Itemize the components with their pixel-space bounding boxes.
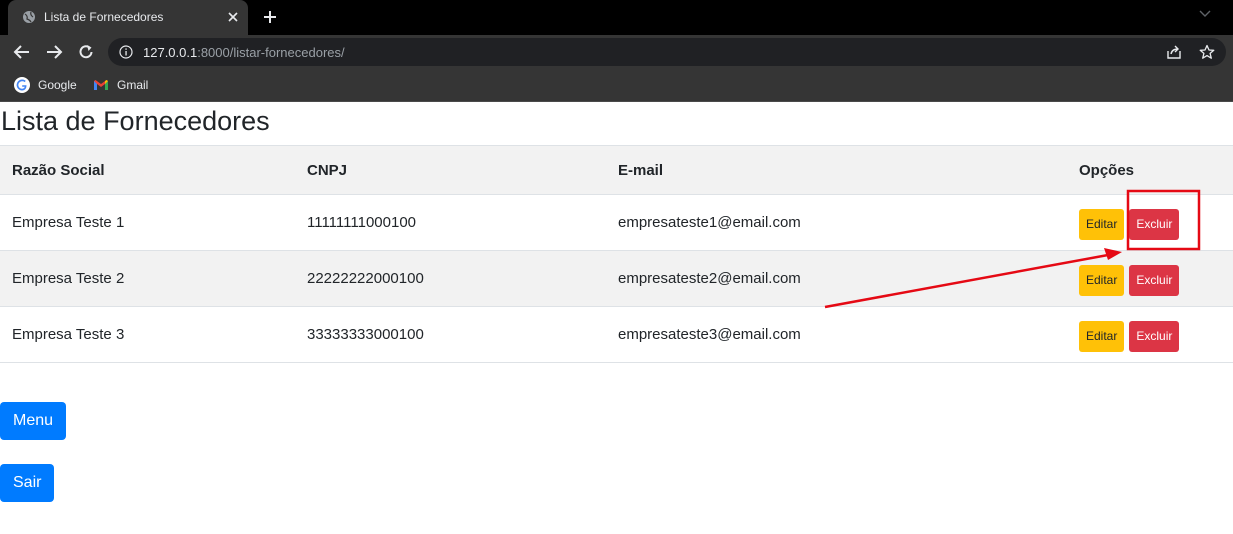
column-header-razao-social: Razão Social [0,145,295,195]
edit-button[interactable]: Editar [1079,209,1125,240]
page-title: Lista de Fornecedores [1,106,270,136]
delete-button[interactable]: Excluir [1129,265,1180,296]
bookmark-google[interactable]: Google [14,76,77,94]
cell-razao-social: Empresa Teste 1 [0,194,295,251]
forward-arrow-icon[interactable] [45,43,63,61]
cell-cnpj: 33333333000100 [295,306,606,363]
info-icon[interactable] [119,45,133,59]
cell-razao-social: Empresa Teste 2 [0,250,295,307]
bookmarks-bar: Google Gmail [0,69,1233,102]
cell-razao-social: Empresa Teste 3 [0,306,295,363]
cell-email: empresateste1@email.com [606,194,1067,251]
table-row: Empresa Teste 2 22222222000100 empresate… [0,250,1233,307]
delete-button[interactable]: Excluir [1129,321,1180,352]
edit-button[interactable]: Editar [1079,265,1125,296]
column-header-email: E-mail [606,145,1067,195]
cell-cnpj: 22222222000100 [295,250,606,307]
cell-options: Editar Excluir [1067,194,1233,251]
globe-icon [23,11,35,23]
share-icon[interactable] [1166,45,1182,59]
browser-tab-strip: Lista de Fornecedores [0,0,1233,35]
bookmark-label: Google [38,78,77,92]
table-row: Empresa Teste 3 33333333000100 empresate… [0,306,1233,363]
tab-title: Lista de Fornecedores [44,10,164,24]
star-icon[interactable] [1199,44,1215,60]
edit-button[interactable]: Editar [1079,321,1125,352]
back-arrow-icon[interactable] [13,43,31,61]
url-text[interactable]: 127.0.0.1:8000/listar-fornecedores/ [143,45,345,60]
cell-options: Editar Excluir [1067,306,1233,363]
delete-button[interactable]: Excluir [1129,209,1180,240]
browser-tab[interactable]: Lista de Fornecedores [8,0,248,35]
url-path: :8000/listar-fornecedores/ [197,45,345,60]
column-header-opcoes: Opções [1067,145,1233,195]
gmail-icon [94,80,108,90]
cell-cnpj: 11111111000100 [295,194,606,251]
google-icon [14,77,30,93]
column-header-cnpj: CNPJ [295,145,606,195]
table-header-row: Razão Social CNPJ E-mail Opções [0,145,1233,195]
page-content: Lista de Fornecedores Razão Social CNPJ … [0,103,1233,534]
table-row: Empresa Teste 1 11111111000100 empresate… [0,194,1233,251]
new-tab-icon[interactable] [262,9,278,25]
browser-toolbar: 127.0.0.1:8000/listar-fornecedores/ [0,35,1233,69]
bookmark-gmail[interactable]: Gmail [93,76,148,94]
suppliers-table: Razão Social CNPJ E-mail Opções Empresa … [0,145,1233,363]
cell-email: empresateste3@email.com [606,306,1067,363]
close-icon[interactable] [226,10,240,24]
bookmark-label: Gmail [117,78,149,92]
url-host: 127.0.0.1 [143,45,198,60]
chevron-down-icon[interactable] [1198,8,1212,20]
menu-button[interactable]: Menu [0,402,67,440]
address-bar[interactable]: 127.0.0.1:8000/listar-fornecedores/ [108,38,1226,66]
logout-button[interactable]: Sair [0,464,55,502]
reload-icon[interactable] [77,43,95,61]
cell-options: Editar Excluir [1067,250,1233,307]
cell-email: empresateste2@email.com [606,250,1067,307]
